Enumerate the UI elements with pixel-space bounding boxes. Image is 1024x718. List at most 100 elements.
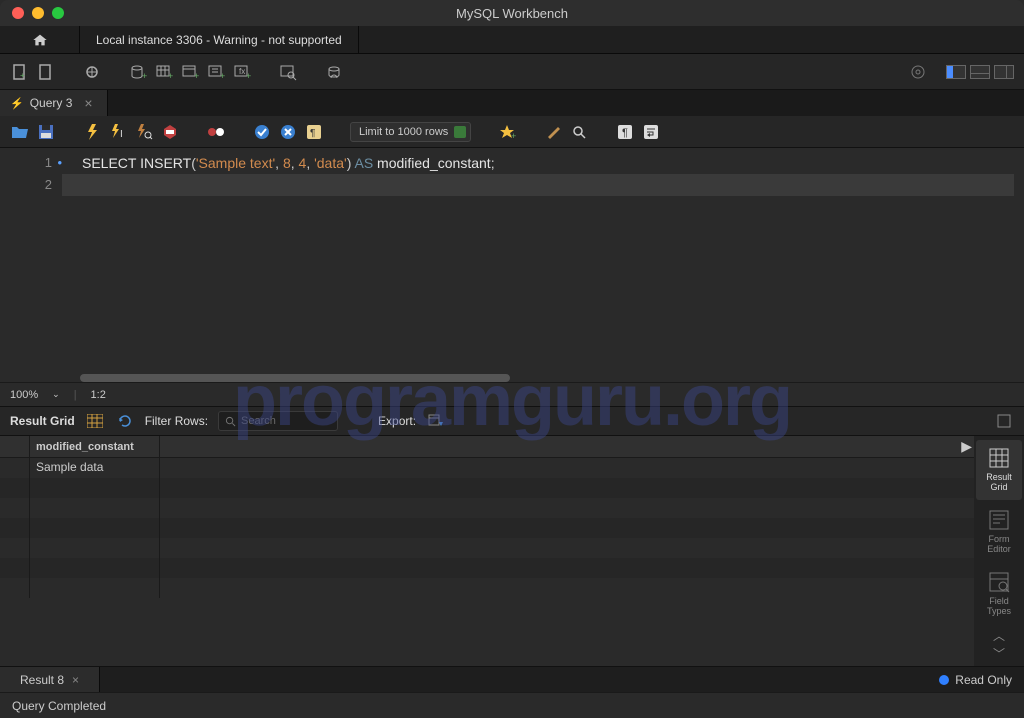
- home-tab[interactable]: [0, 26, 80, 53]
- result-grid-icon[interactable]: [85, 411, 105, 431]
- settings-icon[interactable]: [908, 62, 928, 82]
- grid-cell[interactable]: Sample data: [30, 458, 160, 478]
- toggle-wrap-button[interactable]: [641, 122, 661, 142]
- sql-editor[interactable]: 1 2 SELECT INSERT('Sample text', 8, 4, '…: [0, 148, 1024, 382]
- sql-toolbar: I ¶ Limit to 1000 rows + ¶: [0, 116, 1024, 148]
- find-button[interactable]: [569, 122, 589, 142]
- refresh-button[interactable]: [115, 411, 135, 431]
- create-procedure-button[interactable]: +: [206, 62, 226, 82]
- open-sql-file-button[interactable]: [36, 62, 56, 82]
- svg-text:fx: fx: [239, 67, 245, 76]
- line-gutter: 1 2: [0, 148, 62, 382]
- connection-tabs: Local instance 3306 - Warning - not supp…: [0, 26, 1024, 54]
- export-button[interactable]: [426, 411, 446, 431]
- toggle-right-panel-button[interactable]: [994, 65, 1014, 79]
- result-tab-label: Result 8: [20, 673, 64, 687]
- close-result-tab-button[interactable]: ×: [72, 673, 79, 687]
- reconnect-button[interactable]: [324, 62, 344, 82]
- svg-text:+: +: [168, 71, 173, 81]
- new-sql-file-button[interactable]: +: [10, 62, 30, 82]
- beautify-button[interactable]: +: [497, 122, 517, 142]
- query-tab-label: Query 3: [30, 96, 73, 110]
- editor-statusbar: 100% ⌄ | 1:2: [0, 382, 1024, 406]
- titlebar: MySQL Workbench: [0, 0, 1024, 26]
- export-label: Export:: [378, 414, 416, 428]
- form-icon: [988, 509, 1010, 531]
- svg-text:+: +: [20, 71, 25, 80]
- rollback-button[interactable]: [278, 122, 298, 142]
- svg-text:+: +: [194, 71, 199, 81]
- svg-text:+: +: [220, 71, 225, 81]
- create-schema-button[interactable]: +: [128, 62, 148, 82]
- toggle-invisible-button[interactable]: ¶: [615, 122, 635, 142]
- result-toolbar: Result Grid Filter Rows: Search Export:: [0, 406, 1024, 436]
- status-footer: Query Completed: [0, 692, 1024, 718]
- svg-text:¶: ¶: [622, 127, 628, 139]
- home-icon: [32, 33, 48, 47]
- grid-header: modified_constant: [0, 436, 974, 458]
- limit-rows-select[interactable]: Limit to 1000 rows: [350, 122, 471, 142]
- search-icon: [225, 416, 236, 427]
- result-grid-label: Result Grid: [10, 414, 75, 428]
- result-side-tabs: Result Grid Form Editor Field Types ︿ ﹀: [974, 436, 1024, 666]
- toggle-whitespace-button[interactable]: ¶: [304, 122, 324, 142]
- main-toolbar: + + + + + fx+: [0, 54, 1024, 90]
- form-editor-tab[interactable]: Form Editor: [976, 502, 1022, 562]
- filter-search-input[interactable]: Search: [218, 411, 338, 431]
- result-tab[interactable]: Result 8 ×: [0, 667, 100, 692]
- inspector-button[interactable]: [82, 62, 102, 82]
- field-types-tab[interactable]: Field Types: [976, 564, 1022, 624]
- toggle-left-panel-button[interactable]: [946, 65, 966, 79]
- read-only-dot-icon: [939, 675, 949, 685]
- result-grid[interactable]: ▶ modified_constant Sample data: [0, 436, 974, 666]
- grid-icon: [988, 447, 1010, 469]
- down-arrow-icon[interactable]: ﹀: [993, 648, 1005, 660]
- execute-button[interactable]: [82, 122, 102, 142]
- commit-button[interactable]: [252, 122, 272, 142]
- filter-rows-label: Filter Rows:: [145, 414, 208, 428]
- result-area: ▶ modified_constant Sample data Result G…: [0, 436, 1024, 666]
- zoom-dropdown-icon[interactable]: ⌄: [52, 389, 60, 400]
- expand-handle-icon[interactable]: ▶: [961, 438, 972, 455]
- window-controls: [12, 7, 64, 19]
- query-tab[interactable]: ⚡ Query 3 ×: [0, 90, 108, 116]
- zoom-level[interactable]: 100%: [10, 389, 38, 401]
- horizontal-scrollbar[interactable]: [80, 374, 510, 382]
- limit-rows-label: Limit to 1000 rows: [359, 126, 448, 138]
- connection-tab[interactable]: Local instance 3306 - Warning - not supp…: [80, 26, 359, 53]
- read-only-label: Read Only: [955, 673, 1012, 687]
- grid-body: Sample data: [0, 458, 974, 666]
- cursor-position: 1:2: [91, 389, 106, 401]
- search-table-button[interactable]: [278, 62, 298, 82]
- lightning-icon: ⚡: [10, 97, 24, 110]
- result-tabs: Result 8 × Read Only: [0, 666, 1024, 692]
- result-grid-tab[interactable]: Result Grid: [976, 440, 1022, 500]
- open-file-button[interactable]: [10, 122, 30, 142]
- window-title: MySQL Workbench: [0, 6, 1024, 21]
- status-text: Query Completed: [12, 699, 106, 713]
- create-function-button[interactable]: fx+: [232, 62, 252, 82]
- line-number: 1: [0, 152, 52, 174]
- svg-text:I: I: [120, 129, 123, 140]
- connection-tab-label: Local instance 3306 - Warning - not supp…: [96, 33, 342, 47]
- toggle-bottom-panel-button[interactable]: [970, 65, 990, 79]
- toggle-autocommit-button[interactable]: [206, 122, 226, 142]
- close-tab-button[interactable]: ×: [84, 95, 92, 111]
- column-header[interactable]: modified_constant: [30, 436, 160, 457]
- save-file-button[interactable]: [36, 122, 56, 142]
- code-area[interactable]: SELECT INSERT('Sample text', 8, 4, 'data…: [62, 148, 1024, 382]
- up-arrow-icon[interactable]: ︿: [993, 630, 1005, 642]
- wrap-cell-button[interactable]: [994, 411, 1014, 431]
- svg-text:+: +: [511, 131, 516, 141]
- explain-button[interactable]: [134, 122, 154, 142]
- execute-current-button[interactable]: I: [108, 122, 128, 142]
- svg-text:¶: ¶: [310, 128, 315, 139]
- maximize-window-button[interactable]: [52, 7, 64, 19]
- close-window-button[interactable]: [12, 7, 24, 19]
- create-view-button[interactable]: +: [180, 62, 200, 82]
- brush-button[interactable]: [543, 122, 563, 142]
- stop-button[interactable]: [160, 122, 180, 142]
- field-types-icon: [988, 571, 1010, 593]
- create-table-button[interactable]: +: [154, 62, 174, 82]
- minimize-window-button[interactable]: [32, 7, 44, 19]
